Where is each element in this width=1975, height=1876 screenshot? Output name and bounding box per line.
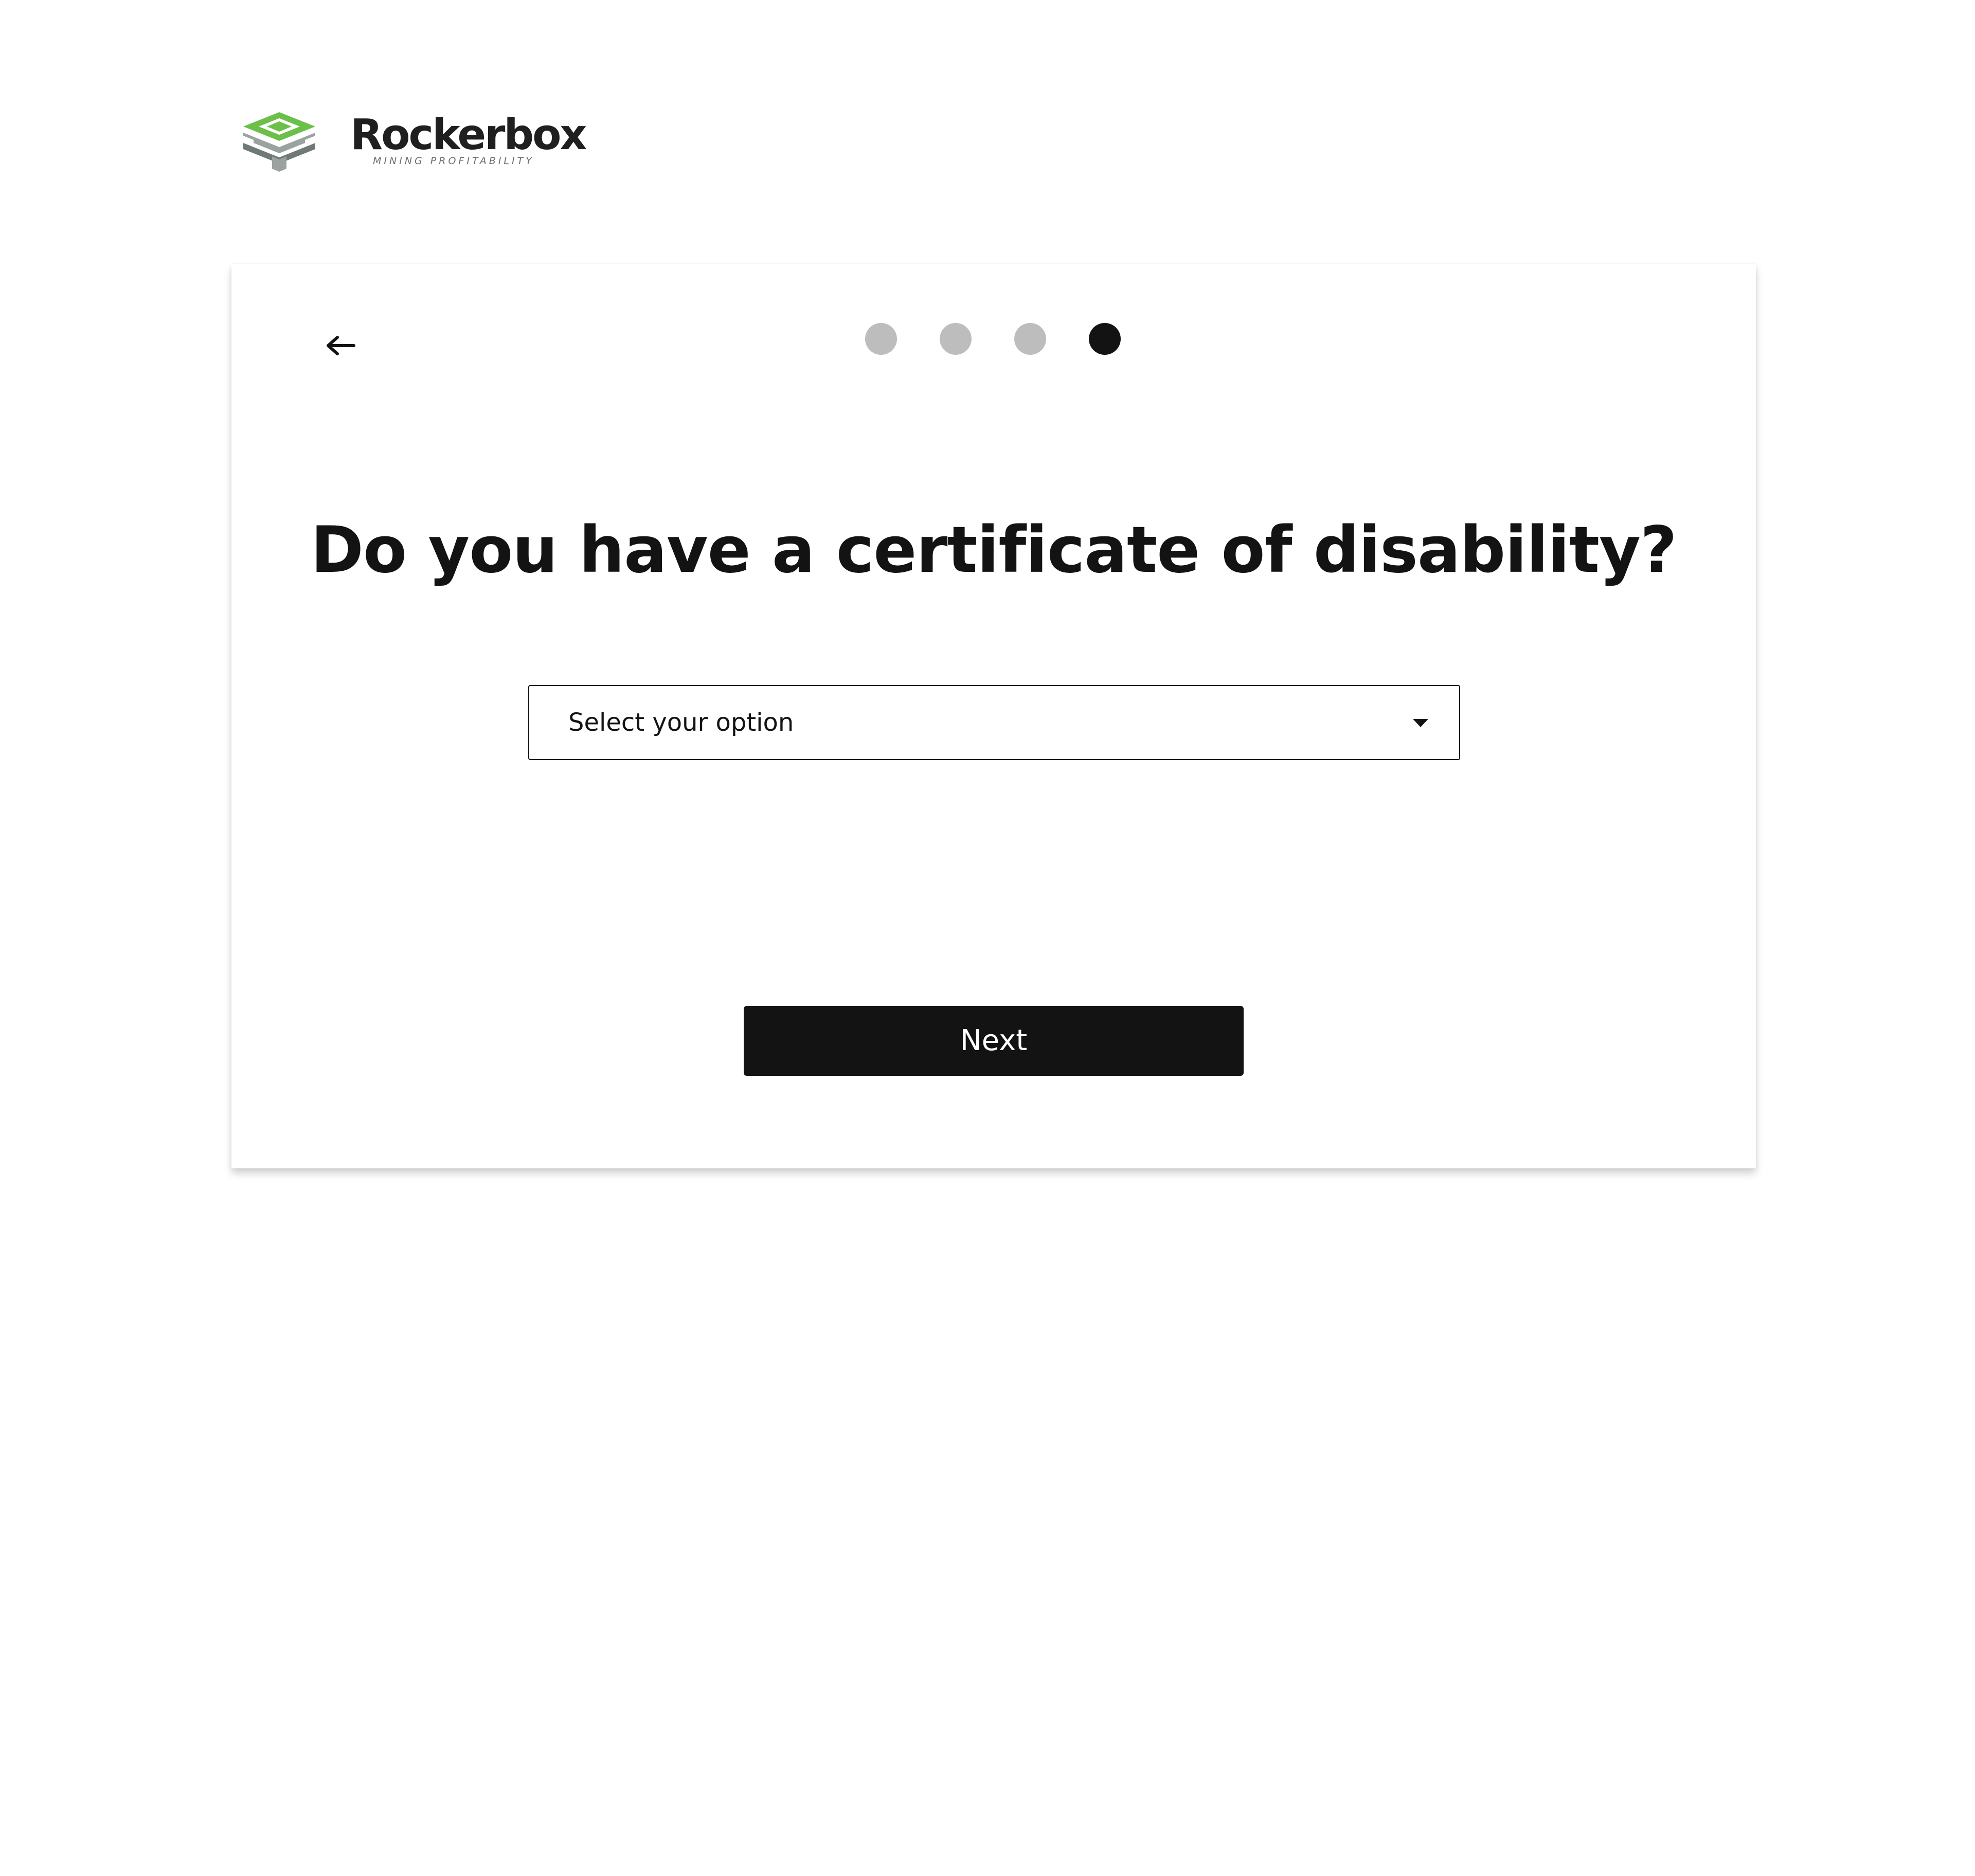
step-dot-1 xyxy=(865,323,897,355)
question-title: Do you have a certificate of disability? xyxy=(311,513,1677,587)
logo-wordmark: Rockerbox xyxy=(350,111,587,159)
caret-down-icon xyxy=(1413,719,1428,727)
arrow-left-icon xyxy=(327,336,355,355)
back-button[interactable] xyxy=(320,325,361,366)
page: Rockerbox MINING PROFITABILITY Do you ha… xyxy=(0,0,1975,1876)
next-button[interactable]: Next xyxy=(744,1006,1244,1076)
logo-tagline: MINING PROFITABILITY xyxy=(373,155,534,167)
step-dot-4-current xyxy=(1089,323,1121,355)
rockerbox-logo-mark-icon xyxy=(243,112,315,172)
rockerbox-logo[interactable]: Rockerbox MINING PROFITABILITY xyxy=(238,109,587,176)
option-select[interactable]: Select your option xyxy=(528,685,1460,760)
question-card: Do you have a certificate of disability?… xyxy=(231,264,1756,1168)
step-dot-3 xyxy=(1014,323,1046,355)
step-dot-2 xyxy=(940,323,972,355)
select-placeholder: Select your option xyxy=(568,708,794,737)
